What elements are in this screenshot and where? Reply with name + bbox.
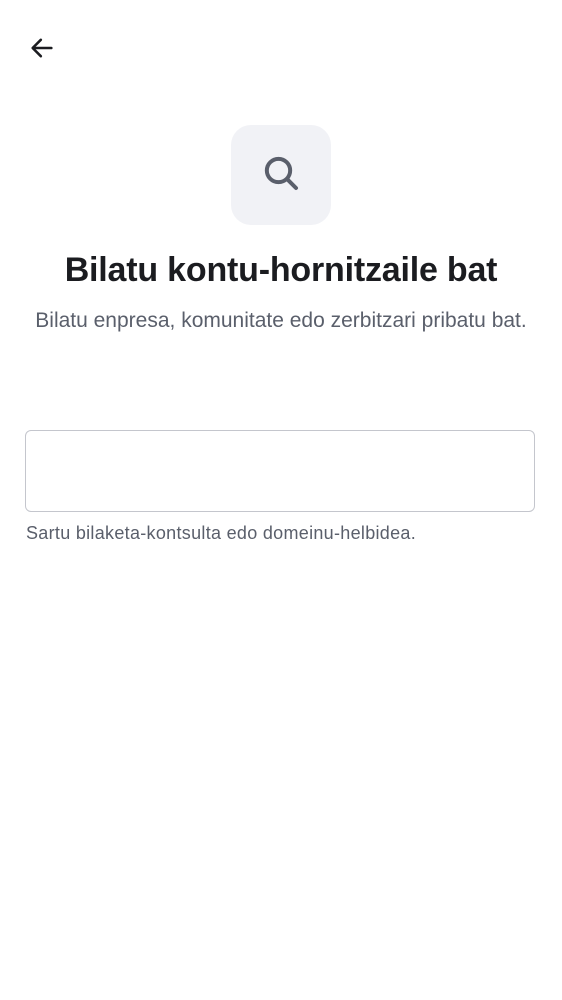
search-helper-text: Sartu bilaketa-kontsulta edo domeinu-hel… xyxy=(26,523,417,543)
search-input[interactable] xyxy=(26,431,534,511)
page-subtitle: Bilatu enpresa, komunitate edo zerbitzar… xyxy=(35,309,527,332)
hero-icon-tile xyxy=(231,125,331,225)
back-button[interactable] xyxy=(18,26,66,74)
arrow-left-icon xyxy=(28,34,56,67)
search-icon xyxy=(261,153,301,198)
search-field[interactable] xyxy=(25,430,535,512)
page-title: Bilatu kontu-hornitzaile bat xyxy=(64,251,498,289)
